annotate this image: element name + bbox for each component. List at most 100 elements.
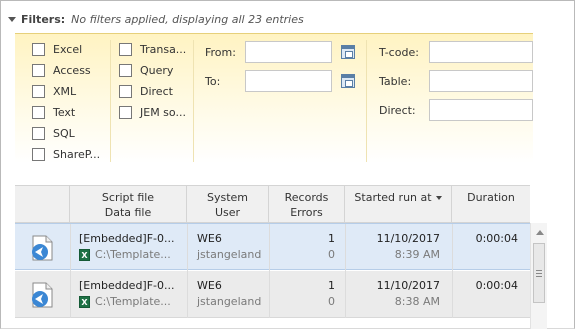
divider [193,40,194,162]
grip-line [536,270,542,271]
system-name: WE6 [197,279,222,292]
header-errors: Errors [290,206,323,219]
system-name: WE6 [197,232,222,245]
checkbox[interactable] [119,84,132,98]
grip-line [536,273,542,274]
checkbox[interactable] [32,126,45,140]
filter-panel: Excel Access XML Text SQL ShareP... Tran… [15,33,533,163]
run-time: 8:38 AM [394,295,440,308]
checkbox[interactable] [32,63,45,77]
checkbox-label: Transa... [140,42,187,56]
system-cell: WE6 jstangeland [187,271,269,318]
checkbox[interactable] [119,63,132,77]
checkbox-jem-source[interactable]: JEM so... [119,104,186,120]
filters-label: Filters: [21,12,66,26]
column-header-script[interactable]: Script file Data file [70,186,187,224]
tcode-field[interactable] [429,41,533,63]
scroll-up-icon[interactable] [536,230,544,235]
sort-descending-icon [435,196,442,200]
checkbox-label: Query [140,63,174,77]
filters-status: No filters applied, displaying all 23 en… [71,12,304,26]
vertical-scrollbar[interactable] [530,223,547,329]
started-cell: 11/10/2017 8:39 AM [345,224,452,271]
records-cell: 1 0 [269,271,345,318]
checkbox-text[interactable]: Text [32,104,75,120]
script-file-icon [32,282,53,308]
calendar-icon[interactable] [341,45,355,59]
checkbox-sql[interactable]: SQL [32,125,75,141]
divider [366,40,367,162]
from-date-field[interactable] [245,41,332,63]
header-user: User [214,206,241,219]
checkbox-label: Excel [53,42,83,56]
duration-value: 0:00:04 [475,232,518,245]
checkbox-sharepoint[interactable]: ShareP... [32,146,100,162]
checkbox[interactable] [32,105,45,119]
chevron-down-icon[interactable] [8,16,16,22]
checkbox[interactable] [32,84,45,98]
column-header-records[interactable]: Records Errors [269,186,345,224]
header-started: Started run at [354,191,432,204]
direct-label: Direct: [379,104,416,117]
checkbox-excel[interactable]: Excel [32,41,82,57]
column-header-duration[interactable]: Duration [452,186,530,224]
table-row[interactable]: [Embedded]F-0... X C:\Template... WE6 jst… [15,271,530,318]
checkbox-label: ShareP... [53,147,101,161]
checkbox-transaction[interactable]: Transa... [119,41,186,57]
run-date: 11/10/2017 [376,232,440,245]
to-label: To: [205,75,221,88]
data-file-path: C:\Template... [95,295,171,308]
run-time: 8:39 AM [394,248,440,261]
checkbox-label: SQL [53,126,75,140]
checkbox[interactable] [119,42,132,56]
records-count: 1 [328,279,335,292]
column-header-started[interactable]: Started run at [345,186,452,224]
script-name: [Embedded]F-0... [79,232,175,245]
table-row[interactable]: [Embedded]F-0... X C:\Template... WE6 jst… [15,223,530,271]
records-count: 1 [328,232,335,245]
checkbox-label: JEM so... [140,105,186,119]
scroll-thumb[interactable] [533,243,545,303]
grip-line [536,276,542,277]
column-header-icon[interactable] [15,186,70,224]
filters-header[interactable]: Filters: No filters applied, displaying … [8,11,304,27]
excel-file-icon: X [79,249,90,261]
user-name: jstangeland [197,248,262,261]
header-duration: Duration [467,191,515,204]
runs-table: Script file Data file System User Record… [15,185,530,329]
table-field[interactable] [429,70,533,92]
checkbox-access[interactable]: Access [32,62,91,78]
to-date-field[interactable] [245,70,332,92]
direct-field[interactable] [429,99,533,121]
excel-file-icon: X [79,296,90,308]
script-cell: [Embedded]F-0... X C:\Template... [70,271,187,318]
script-file-icon [32,235,53,261]
script-name: [Embedded]F-0... [79,279,175,292]
from-label: From: [205,46,236,59]
checkbox[interactable] [32,42,45,56]
run-date: 11/10/2017 [376,279,440,292]
checkbox-xml[interactable]: XML [32,83,76,99]
checkbox[interactable] [119,105,132,119]
duration-cell: 0:00:04 [452,224,530,271]
checkbox-label: Direct [140,84,173,98]
calendar-icon[interactable] [341,74,355,88]
duration-cell: 0:00:04 [452,271,530,318]
checkbox-query[interactable]: Query [119,62,173,78]
started-cell: 11/10/2017 8:38 AM [345,271,452,318]
user-name: jstangeland [197,295,262,308]
checkbox-direct[interactable]: Direct [119,83,173,99]
checkbox[interactable] [32,147,45,161]
row-icon-cell [15,224,70,271]
tcode-label: T-code: [379,46,419,59]
script-cell: [Embedded]F-0... X C:\Template... [70,224,187,271]
header-records: Records [284,191,329,204]
errors-count: 0 [328,295,335,308]
divider [110,40,111,162]
system-cell: WE6 jstangeland [187,224,269,271]
duration-value: 0:00:04 [475,279,518,292]
errors-count: 0 [328,248,335,261]
column-header-system[interactable]: System User [187,186,269,224]
checkbox-label: Text [53,105,76,119]
header-system: System [206,191,249,204]
